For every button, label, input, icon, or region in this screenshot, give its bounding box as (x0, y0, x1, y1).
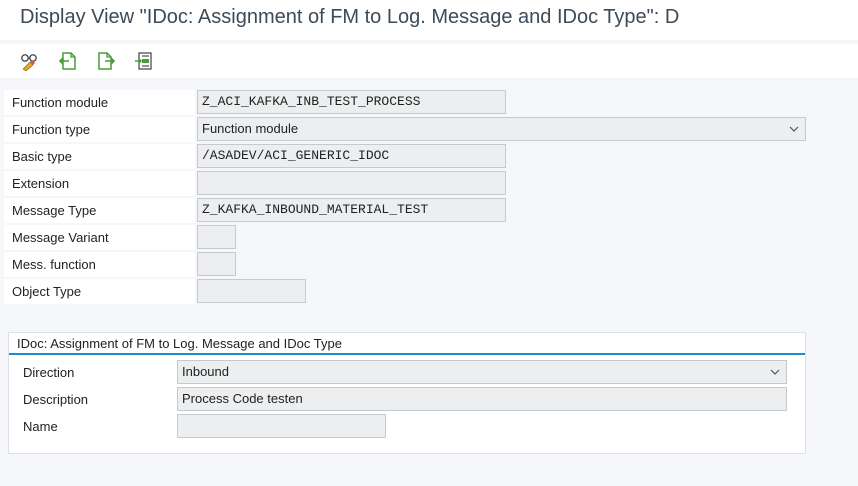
direction-dropdown[interactable]: Inbound (177, 360, 787, 384)
select-block-icon (135, 52, 152, 70)
object-type-label: Object Type (4, 279, 195, 304)
chevron-down-icon[interactable] (770, 361, 780, 383)
message-variant-field[interactable] (197, 225, 236, 249)
basic-type-label: Basic type (4, 144, 195, 169)
mess-function-field[interactable] (197, 252, 236, 276)
function-type-label: Function type (4, 117, 195, 142)
next-entry-icon (98, 52, 116, 70)
title-bar: Display View "IDoc: Assignment of FM to … (0, 0, 858, 40)
display-change-button[interactable] (18, 50, 42, 72)
function-module-label: Function module (4, 90, 195, 115)
chevron-down-icon[interactable] (789, 118, 799, 140)
name-label: Name (15, 414, 175, 439)
mess-function-label: Mess. function (4, 252, 195, 277)
name-field[interactable] (177, 414, 386, 438)
page-title: Display View "IDoc: Assignment of FM to … (20, 6, 680, 28)
function-module-field[interactable]: Z_ACI_KAFKA_INB_TEST_PROCESS (197, 90, 506, 114)
basic-type-field[interactable]: /ASADEV/ACI_GENERIC_IDOC (197, 144, 506, 168)
glasses-icon (21, 54, 37, 71)
group-title-underline (9, 353, 805, 355)
description-label: Description (15, 387, 175, 412)
select-block-button[interactable] (132, 50, 156, 72)
group-title: IDoc: Assignment of FM to Log. Message a… (17, 336, 342, 351)
extension-field[interactable] (197, 171, 506, 195)
content-area: Function module Z_ACI_KAFKA_INB_TEST_PRO… (0, 84, 858, 486)
extension-label: Extension (4, 171, 195, 196)
message-variant-label: Message Variant (4, 225, 195, 250)
message-type-label: Message Type (4, 198, 195, 223)
function-type-dropdown[interactable]: Function module (197, 117, 806, 141)
function-type-value: Function module (202, 121, 299, 136)
direction-value: Inbound (182, 364, 229, 379)
description-field[interactable]: Process Code testen (177, 387, 787, 411)
idoc-assignment-group: IDoc: Assignment of FM to Log. Message a… (8, 332, 806, 454)
previous-entry-icon (58, 52, 76, 70)
direction-label: Direction (15, 360, 175, 385)
message-type-field[interactable]: Z_KAFKA_INBOUND_MATERIAL_TEST (197, 198, 506, 222)
next-entry-button[interactable] (94, 50, 118, 72)
previous-entry-button[interactable] (56, 50, 80, 72)
object-type-field[interactable] (197, 279, 306, 303)
toolbar (0, 44, 858, 78)
